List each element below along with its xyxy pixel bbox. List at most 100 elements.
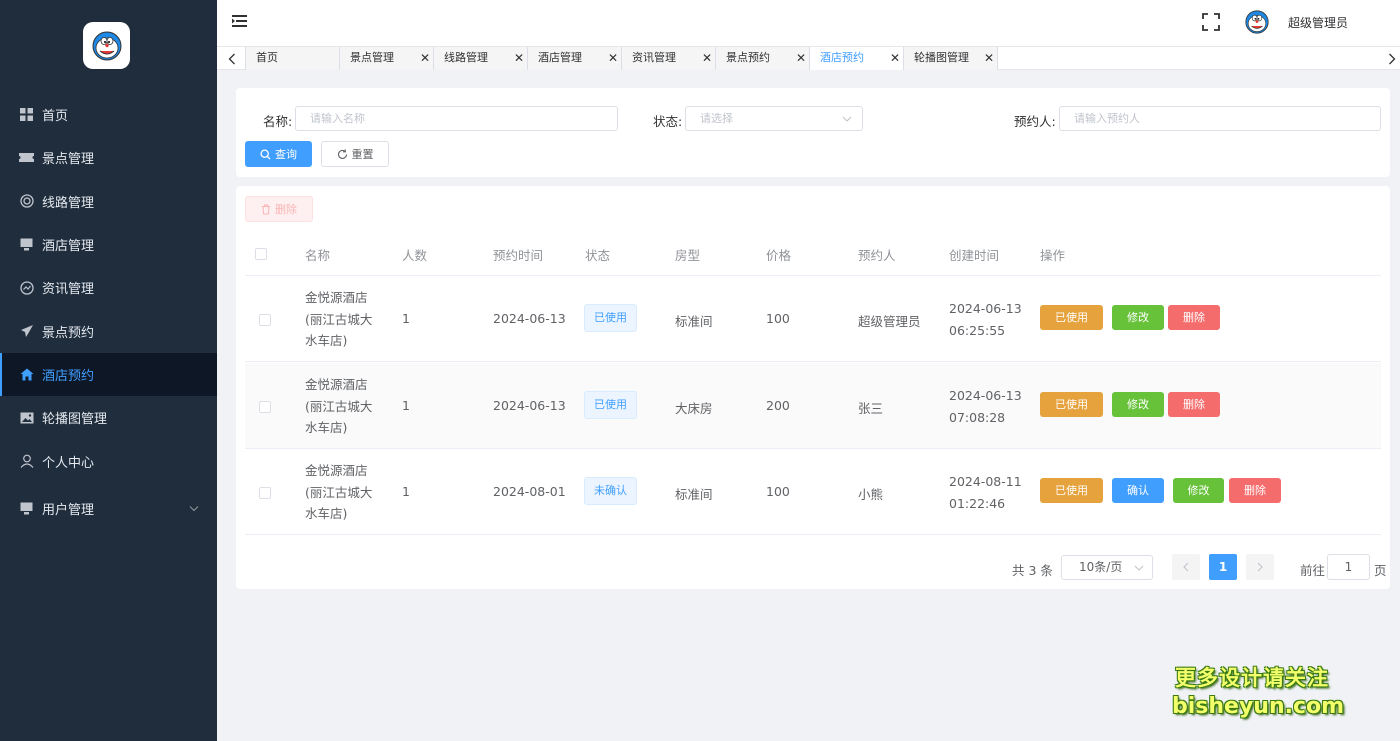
goto-page-input[interactable]: 1: [1327, 554, 1370, 580]
prev-page-button[interactable]: [1172, 554, 1200, 580]
status-select[interactable]: 请选择: [685, 106, 863, 131]
close-icon[interactable]: ✕: [514, 47, 524, 69]
table-panel: 删除 名称 人数 预约时间 状态 房型 价格 预约人 创建时间 操作 金悦源酒店…: [236, 186, 1390, 589]
tab-home[interactable]: 首页: [245, 47, 340, 70]
chevron-right-icon[interactable]: [1382, 49, 1400, 69]
sidebar-item-label: 景点管理: [42, 152, 95, 168]
sidebar-item-scenic[interactable]: 景点管理: [0, 136, 217, 179]
menu-toggle-icon[interactable]: [232, 14, 248, 32]
tab-hotel[interactable]: 酒店管理 ✕: [527, 47, 622, 70]
sidebar: 首页 景点管理 线路管理 酒店管理 资讯管理 景点预约 酒店预约 轮播图管理 个…: [0, 0, 217, 741]
sidebar-menu: 首页 景点管理 线路管理 酒店管理 资讯管理 景点预约 酒店预约 轮播图管理 个…: [0, 93, 217, 530]
page-suffix: 页: [1374, 563, 1387, 578]
sidebar-item-label: 线路管理: [42, 195, 95, 211]
sidebar-item-news[interactable]: 资讯管理: [0, 266, 217, 309]
cell-created: 2024-06-13 07:08:28: [949, 388, 1022, 425]
app-logo: [83, 22, 130, 69]
ticket-icon: [19, 150, 34, 165]
tab-label: 轮播图管理: [914, 51, 969, 64]
watermark-line1: 更多设计请关注: [1175, 666, 1329, 690]
row-checkbox[interactable]: [259, 314, 271, 326]
next-page-button[interactable]: [1246, 554, 1274, 580]
table-row: 金悦源酒店 (丽江古城大 水车店) 1 2024-08-01 未确认 标准间 100…: [245, 449, 1381, 535]
tab-label: 景点管理: [350, 51, 394, 64]
edit-button[interactable]: 修改: [1173, 478, 1224, 503]
mark-used-button[interactable]: 已使用: [1040, 305, 1103, 330]
watermark-line2: bisheyun.com: [1172, 694, 1345, 719]
tab-carousel[interactable]: 轮播图管理 ✕: [903, 47, 998, 70]
search-button[interactable]: 查询: [245, 141, 312, 167]
tab-route[interactable]: 线路管理 ✕: [433, 47, 528, 70]
close-icon[interactable]: ✕: [984, 47, 994, 69]
table-row: 金悦源酒店 (丽江古城大 水车店) 1 2024-06-13 已使用 大床房 200…: [245, 363, 1381, 449]
picture-icon: [19, 410, 34, 425]
page-size-select[interactable]: 10条/页: [1061, 555, 1153, 580]
chevron-left-icon[interactable]: [222, 49, 242, 69]
cell-people: 1: [402, 311, 410, 326]
tab-hotel-booking[interactable]: 酒店预约 ✕: [809, 47, 904, 70]
tab-news[interactable]: 资讯管理 ✕: [621, 47, 716, 70]
sidebar-item-hotel-booking[interactable]: 酒店预约: [0, 352, 217, 397]
tab-scenic[interactable]: 景点管理 ✕: [339, 47, 434, 70]
status-badge: 未确认: [584, 477, 637, 505]
tab-label: 景点预约: [726, 51, 770, 64]
top-header: 超级管理员: [217, 0, 1400, 46]
select-all-checkbox[interactable]: [255, 248, 267, 260]
lifebuoy-icon: [19, 194, 34, 209]
tab-label: 资讯管理: [632, 51, 676, 64]
cell-created: 2024-06-13 06:25:55: [949, 301, 1022, 338]
delete-button[interactable]: 删除: [1229, 478, 1281, 503]
mark-used-button[interactable]: 已使用: [1040, 478, 1103, 503]
cell-name: 金悦源酒店 (丽江古城大 水车店): [305, 377, 373, 435]
cell-book-date: 2024-06-13: [493, 398, 566, 413]
booker-input[interactable]: 请输入预约人: [1059, 106, 1381, 131]
batch-delete-button[interactable]: 删除: [245, 196, 313, 222]
username[interactable]: 超级管理员: [1288, 14, 1348, 31]
sidebar-item-scenic-booking[interactable]: 景点预约: [0, 309, 217, 352]
sidebar-item-users[interactable]: 用户管理: [0, 487, 217, 530]
column-header: 操作: [1040, 248, 1066, 263]
pagination-total: 共 3 条: [1012, 563, 1053, 578]
edit-button[interactable]: 修改: [1112, 392, 1164, 417]
tab-scenic-booking[interactable]: 景点预约 ✕: [715, 47, 810, 70]
chevron-right-icon: [1257, 562, 1263, 572]
row-checkbox[interactable]: [259, 487, 271, 499]
close-icon[interactable]: ✕: [702, 47, 712, 69]
booker-label: 预约人:: [1014, 114, 1056, 129]
batch-delete-label: 删除: [275, 203, 297, 216]
row-checkbox[interactable]: [259, 401, 271, 413]
cell-book-date: 2024-08-01: [493, 484, 566, 499]
cell-people: 1: [402, 484, 410, 499]
sidebar-item-carousel[interactable]: 轮播图管理: [0, 396, 217, 439]
confirm-button[interactable]: 确认: [1112, 478, 1164, 503]
chart-circle-icon: [19, 280, 34, 295]
sidebar-item-profile[interactable]: 个人中心: [0, 439, 217, 482]
fullscreen-icon[interactable]: [1202, 13, 1220, 35]
close-icon[interactable]: ✕: [420, 47, 430, 69]
user-icon: [19, 454, 34, 469]
status-label: 状态:: [653, 114, 683, 129]
delete-button[interactable]: 删除: [1168, 305, 1220, 330]
sidebar-item-hotel[interactable]: 酒店管理: [0, 223, 217, 266]
edit-button[interactable]: 修改: [1112, 305, 1164, 330]
monitor-icon: [19, 237, 34, 252]
close-icon[interactable]: ✕: [796, 47, 806, 69]
name-label: 名称:: [263, 114, 293, 129]
sidebar-item-route[interactable]: 线路管理: [0, 180, 217, 223]
cell-price: 100: [766, 311, 790, 326]
column-header: 预约人: [858, 248, 896, 263]
close-icon[interactable]: ✕: [890, 47, 900, 69]
cell-book-date: 2024-06-13: [493, 311, 566, 326]
monitor-icon: [19, 501, 34, 516]
close-icon[interactable]: ✕: [608, 47, 618, 69]
reset-button[interactable]: 重置: [321, 141, 389, 167]
tabs-bar: 首页 景点管理 ✕ 线路管理 ✕ 酒店管理 ✕ 资讯管理 ✕ 景点预约 ✕ 酒店…: [217, 46, 1400, 70]
delete-button[interactable]: 删除: [1168, 392, 1220, 417]
chevron-down-icon: [189, 501, 199, 516]
avatar[interactable]: [1245, 10, 1269, 34]
name-input[interactable]: 请输入名称: [295, 106, 618, 131]
page-number[interactable]: 1: [1209, 554, 1237, 580]
sidebar-item-home[interactable]: 首页: [0, 93, 217, 136]
mark-used-button[interactable]: 已使用: [1040, 392, 1103, 417]
cell-people: 1: [402, 398, 410, 413]
